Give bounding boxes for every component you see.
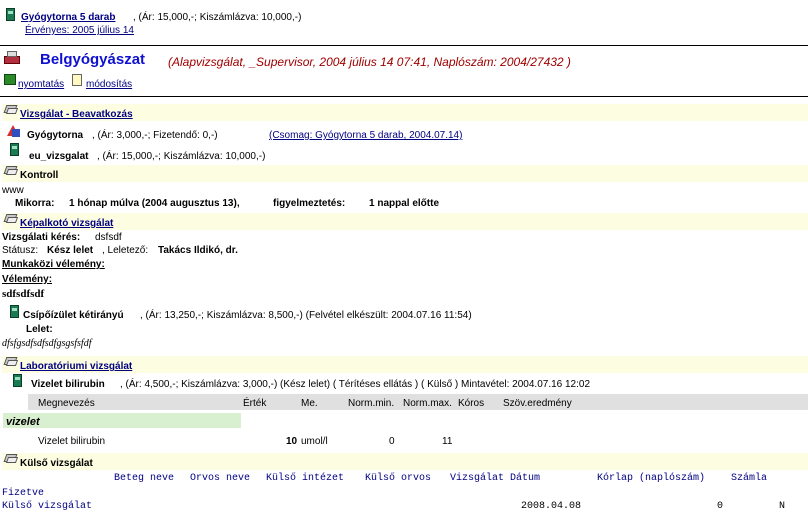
- col-header: Szöv.eredmény: [503, 398, 572, 409]
- book-icon: [3, 453, 19, 465]
- section-bar: [2, 213, 808, 230]
- section-bar: [2, 165, 808, 182]
- lab-row-unit: umol/l: [301, 436, 328, 447]
- col-header: Beteg neve: [114, 473, 175, 484]
- section-kontroll: Kontroll: [20, 170, 59, 181]
- velemeny-label: Vélemény:: [2, 274, 53, 285]
- item-name: eu_vizsgalat: [29, 151, 89, 162]
- item-info: , (Ár: 3,000,-; Fizetendő: 0,-): [92, 130, 218, 141]
- lelet-text: dfsfgsdfsdfsdfgsgsfsfdf: [2, 338, 92, 349]
- print-link[interactable]: nyomtatás: [18, 79, 64, 90]
- section-kulso: Külső vizsgálat: [20, 458, 93, 469]
- lelet-label: Lelet:: [26, 324, 53, 335]
- print-icon[interactable]: [4, 74, 16, 85]
- calculator-icon: [10, 143, 19, 156]
- divider: [0, 45, 808, 46]
- patient-icon: [4, 51, 20, 65]
- book-icon: [3, 356, 19, 368]
- kulso-row-name: Külső vizsgálat: [2, 501, 93, 512]
- page-title: Belgyógyászat: [40, 51, 146, 68]
- col-header: Norm.max.: [403, 398, 452, 409]
- book-icon: [3, 104, 19, 116]
- edit-icon[interactable]: [72, 74, 82, 86]
- item-info: , (Ár: 15,000,-; Kiszámlázva: 10,000,-): [97, 151, 266, 162]
- item-name: Csípőízület kétirányú: [23, 310, 124, 321]
- mikorra-label: Mikorra:: [15, 198, 55, 209]
- section-kepalkoto[interactable]: Képalkotó vizsgálat: [20, 218, 113, 229]
- col-header: Orvos neve: [190, 473, 251, 484]
- kontroll-text: www: [2, 185, 24, 196]
- lab-row-min: 0: [389, 436, 395, 447]
- col-header: Fizetve: [2, 488, 45, 499]
- lab-group-label: vizelet: [6, 416, 40, 428]
- lab-row-value: 10: [286, 436, 298, 447]
- book-icon: [3, 165, 19, 177]
- col-header: Számla: [731, 473, 768, 484]
- page-subtitle: (Alapvizsgálat, _Supervisor, 2004 július…: [168, 55, 571, 69]
- book-icon: [3, 213, 19, 225]
- col-header: Me.: [301, 398, 318, 409]
- section-vizsgalat[interactable]: Vizsgálat - Beavatkozás: [20, 109, 133, 120]
- col-header: Külső orvos: [365, 473, 432, 484]
- divider: [0, 96, 808, 97]
- leletezo-label: , Leletező:: [102, 245, 149, 256]
- item-info: , (Ár: 13,250,-; Kiszámlázva: 8,500,-) (…: [140, 310, 472, 321]
- calculator-icon: [6, 8, 15, 21]
- leletezo-value: Takács Ildikó, dr.: [158, 245, 238, 256]
- status-label: Státusz:: [2, 245, 39, 256]
- warn-value: 1 nappal előtte: [369, 198, 440, 209]
- therapy-icon: [7, 125, 20, 138]
- kulso-row-szamla: N: [779, 501, 786, 512]
- col-header: Norm.min.: [348, 398, 395, 409]
- package-ref-link[interactable]: (Csomag: Gyógytorna 5 darab, 2004.07.14): [269, 130, 462, 141]
- package-link[interactable]: Gyógytorna 5 darab: [21, 12, 115, 23]
- kulso-row-korlap: 0: [717, 501, 724, 512]
- calculator-icon: [10, 305, 19, 318]
- kulso-row-date: 2008.04.08: [521, 501, 582, 512]
- munkakozi-label: Munkaközi vélemény:: [2, 259, 105, 270]
- col-header: Vizsgálat Dátum: [450, 473, 541, 484]
- velemeny-text: sdfsdfsdf: [2, 288, 45, 300]
- edit-link[interactable]: módosítás: [86, 79, 132, 90]
- col-header: Érték: [243, 398, 267, 409]
- item-name: Gyógytorna: [27, 130, 84, 141]
- status-value: Kész lelet: [47, 245, 94, 256]
- col-header: Megnevezés: [38, 398, 95, 409]
- request-value: dsfsdf: [95, 232, 122, 243]
- section-bar: [2, 453, 808, 470]
- valid-link[interactable]: Érvényes: 2005 július 14: [25, 25, 134, 36]
- warn-label: figyelmeztetés:: [273, 198, 346, 209]
- calculator-icon: [13, 374, 22, 387]
- item-info: , (Ár: 4,500,-; Kiszámlázva: 3,000,-) (K…: [120, 379, 591, 390]
- mikorra-value: 1 hónap múlva (2004 augusztus 13),: [69, 198, 240, 209]
- item-name: Vizelet bilirubin: [31, 379, 105, 390]
- lab-row-name: Vizelet bilirubin: [38, 436, 106, 447]
- request-label: Vizsgálati kérés:: [2, 232, 81, 243]
- lab-row-max: 11: [442, 436, 453, 447]
- package-price: , (Ár: 15,000,-; Kiszámlázva: 10,000,-): [133, 12, 302, 23]
- col-header: Kóros: [458, 398, 485, 409]
- section-labor[interactable]: Laboratóriumi vizsgálat: [20, 361, 132, 372]
- col-header: Külső intézet: [266, 473, 345, 484]
- col-header: Kórlap (naplószám): [597, 473, 706, 484]
